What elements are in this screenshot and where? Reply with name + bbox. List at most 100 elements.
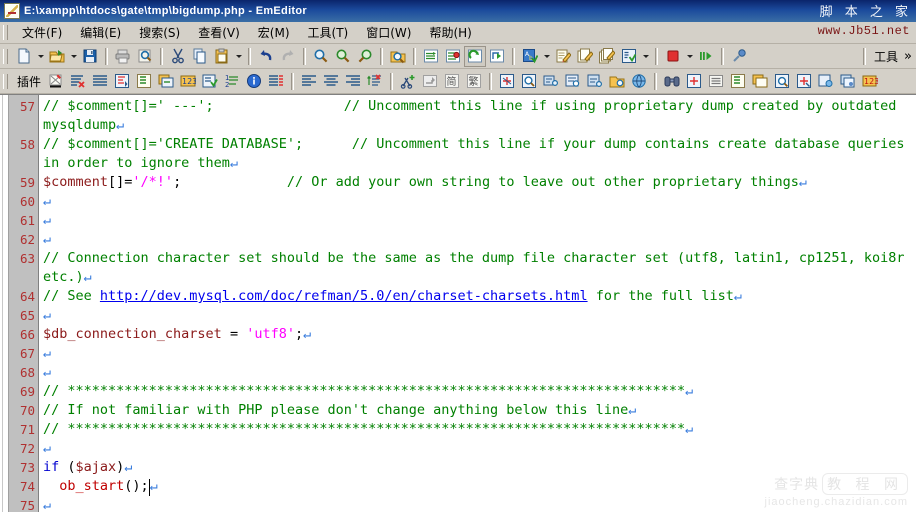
- sort-remove-icon[interactable]: [364, 71, 386, 92]
- indent-center-icon[interactable]: [320, 71, 342, 92]
- code-line[interactable]: // If not familiar with PHP please don't…: [43, 401, 916, 420]
- web-globe-icon[interactable]: [815, 71, 837, 92]
- arrow-box-icon[interactable]: [419, 71, 441, 92]
- menu-search[interactable]: 搜索(S): [130, 22, 189, 44]
- stop-icon[interactable]: [662, 46, 684, 67]
- code-text-area[interactable]: // $comment[]=' ---'; // Uncomment this …: [39, 95, 916, 512]
- cut-icon[interactable]: [167, 46, 189, 67]
- code-line[interactable]: // Connection character set should be th…: [43, 249, 916, 268]
- code-line[interactable]: ↵: [43, 211, 916, 230]
- sort-icon[interactable]: [111, 71, 133, 92]
- tools-toolbar-label[interactable]: 工具: [870, 48, 902, 65]
- properties-icon[interactable]: [728, 46, 750, 67]
- code-line[interactable]: $db_connection_charset = 'utf8';↵: [43, 325, 916, 344]
- undo-icon[interactable]: [255, 46, 277, 67]
- code-line[interactable]: if ($ajax)↵: [43, 458, 916, 477]
- number-list-icon[interactable]: 123: [859, 71, 881, 92]
- toolbar-overflow-chevron-icon[interactable]: »: [902, 49, 916, 64]
- play-all-icon[interactable]: [695, 46, 717, 67]
- spell-check-icon[interactable]: A b: [519, 46, 541, 67]
- open-file-dropdown[interactable]: [68, 46, 79, 67]
- macro-list-icon[interactable]: [618, 46, 640, 67]
- print-preview-icon[interactable]: [134, 46, 156, 67]
- delete-lines-icon[interactable]: [67, 71, 89, 92]
- find-in-files-icon[interactable]: [387, 46, 409, 67]
- code-line[interactable]: ↵: [43, 306, 916, 325]
- window-snap-icon[interactable]: [837, 71, 859, 92]
- binoculars-icon[interactable]: [661, 71, 683, 92]
- lines-icon[interactable]: [705, 71, 727, 92]
- macro-run-icon[interactable]: [596, 46, 618, 67]
- code-line[interactable]: mysqldump↵: [43, 116, 916, 135]
- redo-icon[interactable]: [277, 46, 299, 67]
- save-icon[interactable]: [79, 46, 101, 67]
- open-browser-icon[interactable]: [486, 46, 508, 67]
- zoom-window-icon[interactable]: [518, 71, 540, 92]
- menu-window[interactable]: 窗口(W): [357, 22, 420, 44]
- menu-help[interactable]: 帮助(H): [420, 22, 480, 44]
- menu-drag-grip[interactable]: [3, 25, 8, 40]
- numbering-icon[interactable]: 123: [177, 71, 199, 92]
- menu-macro[interactable]: 宏(M): [249, 22, 299, 44]
- paste-icon[interactable]: [211, 46, 233, 67]
- ruler-icon[interactable]: [793, 71, 815, 92]
- preview-icon[interactable]: [771, 71, 793, 92]
- code-url-link[interactable]: http://dev.mysql.com/doc/refman/5.0/en/c…: [100, 288, 588, 304]
- web-icon[interactable]: [628, 71, 650, 92]
- code-line[interactable]: // *************************************…: [43, 382, 916, 401]
- code-line[interactable]: // See http://dev.mysql.com/doc/refman/5…: [43, 287, 916, 306]
- traditional-chinese-icon[interactable]: 繁: [463, 71, 485, 92]
- code-line[interactable]: ↵: [43, 363, 916, 382]
- outline-tree-icon[interactable]: [727, 71, 749, 92]
- menu-file[interactable]: 文件(F): [13, 22, 71, 44]
- clean-icon[interactable]: [45, 71, 67, 92]
- code-line[interactable]: ↵: [43, 230, 916, 249]
- menu-edit[interactable]: 编辑(E): [71, 22, 130, 44]
- html-bar-icon[interactable]: [540, 71, 562, 92]
- numbers-1-2-icon[interactable]: 1 2: [221, 71, 243, 92]
- refresh-icon[interactable]: [464, 45, 486, 67]
- macro-edit-icon[interactable]: [552, 46, 574, 67]
- web-search-icon[interactable]: [562, 71, 584, 92]
- find-next-icon[interactable]: [354, 46, 376, 67]
- code-line[interactable]: // *************************************…: [43, 420, 916, 439]
- code-line[interactable]: // $comment[]='CREATE DATABASE'; // Unco…: [43, 135, 916, 154]
- html-format-icon[interactable]: [683, 71, 705, 92]
- spell-check-dropdown[interactable]: [541, 46, 552, 67]
- code-line[interactable]: ↵: [43, 192, 916, 211]
- show-symbols-icon[interactable]: [442, 46, 464, 67]
- menu-tools[interactable]: 工具(T): [299, 22, 358, 44]
- code-line[interactable]: ob_start();↵: [43, 477, 916, 496]
- html-tidy-icon[interactable]: [584, 71, 606, 92]
- macro-list-dropdown[interactable]: [640, 46, 651, 67]
- new-file-icon[interactable]: [13, 46, 35, 67]
- menu-view[interactable]: 查看(V): [189, 22, 249, 44]
- print-icon[interactable]: [112, 46, 134, 67]
- code-line[interactable]: ↵: [43, 496, 916, 512]
- plugins-toolbar-label[interactable]: 插件: [13, 73, 45, 90]
- plugins-toolbar-grip[interactable]: [3, 73, 8, 89]
- projects-icon[interactable]: [749, 71, 771, 92]
- replace-icon[interactable]: [332, 46, 354, 67]
- stop-dropdown[interactable]: [684, 46, 695, 67]
- macro-select-icon[interactable]: [574, 46, 596, 67]
- folder-search-icon[interactable]: [606, 71, 628, 92]
- csv-icon[interactable]: [265, 71, 287, 92]
- code-line[interactable]: ↵: [43, 439, 916, 458]
- snippets-icon[interactable]: [155, 71, 177, 92]
- code-line[interactable]: in order to ignore them↵: [43, 154, 916, 173]
- code-line[interactable]: etc.)↵: [43, 268, 916, 287]
- outline-icon[interactable]: [133, 71, 155, 92]
- cut-plus-icon[interactable]: [397, 71, 419, 92]
- indent-right-icon[interactable]: [342, 71, 364, 92]
- paste-dropdown[interactable]: [233, 46, 244, 67]
- standard-toolbar-grip[interactable]: [3, 48, 8, 64]
- open-file-icon[interactable]: [46, 46, 68, 67]
- code-line[interactable]: ↵: [43, 344, 916, 363]
- editor-area[interactable]: 57 58 59 60 61 62 63 64 65 66 67 68 69 70 71 72 73 74 7…: [0, 94, 916, 512]
- simplified-chinese-icon[interactable]: 简: [441, 71, 463, 92]
- code-line[interactable]: // $comment[]=' ---'; // Uncomment this …: [43, 97, 916, 116]
- find-icon[interactable]: [310, 46, 332, 67]
- info-icon[interactable]: [243, 71, 265, 92]
- copy-icon[interactable]: [189, 46, 211, 67]
